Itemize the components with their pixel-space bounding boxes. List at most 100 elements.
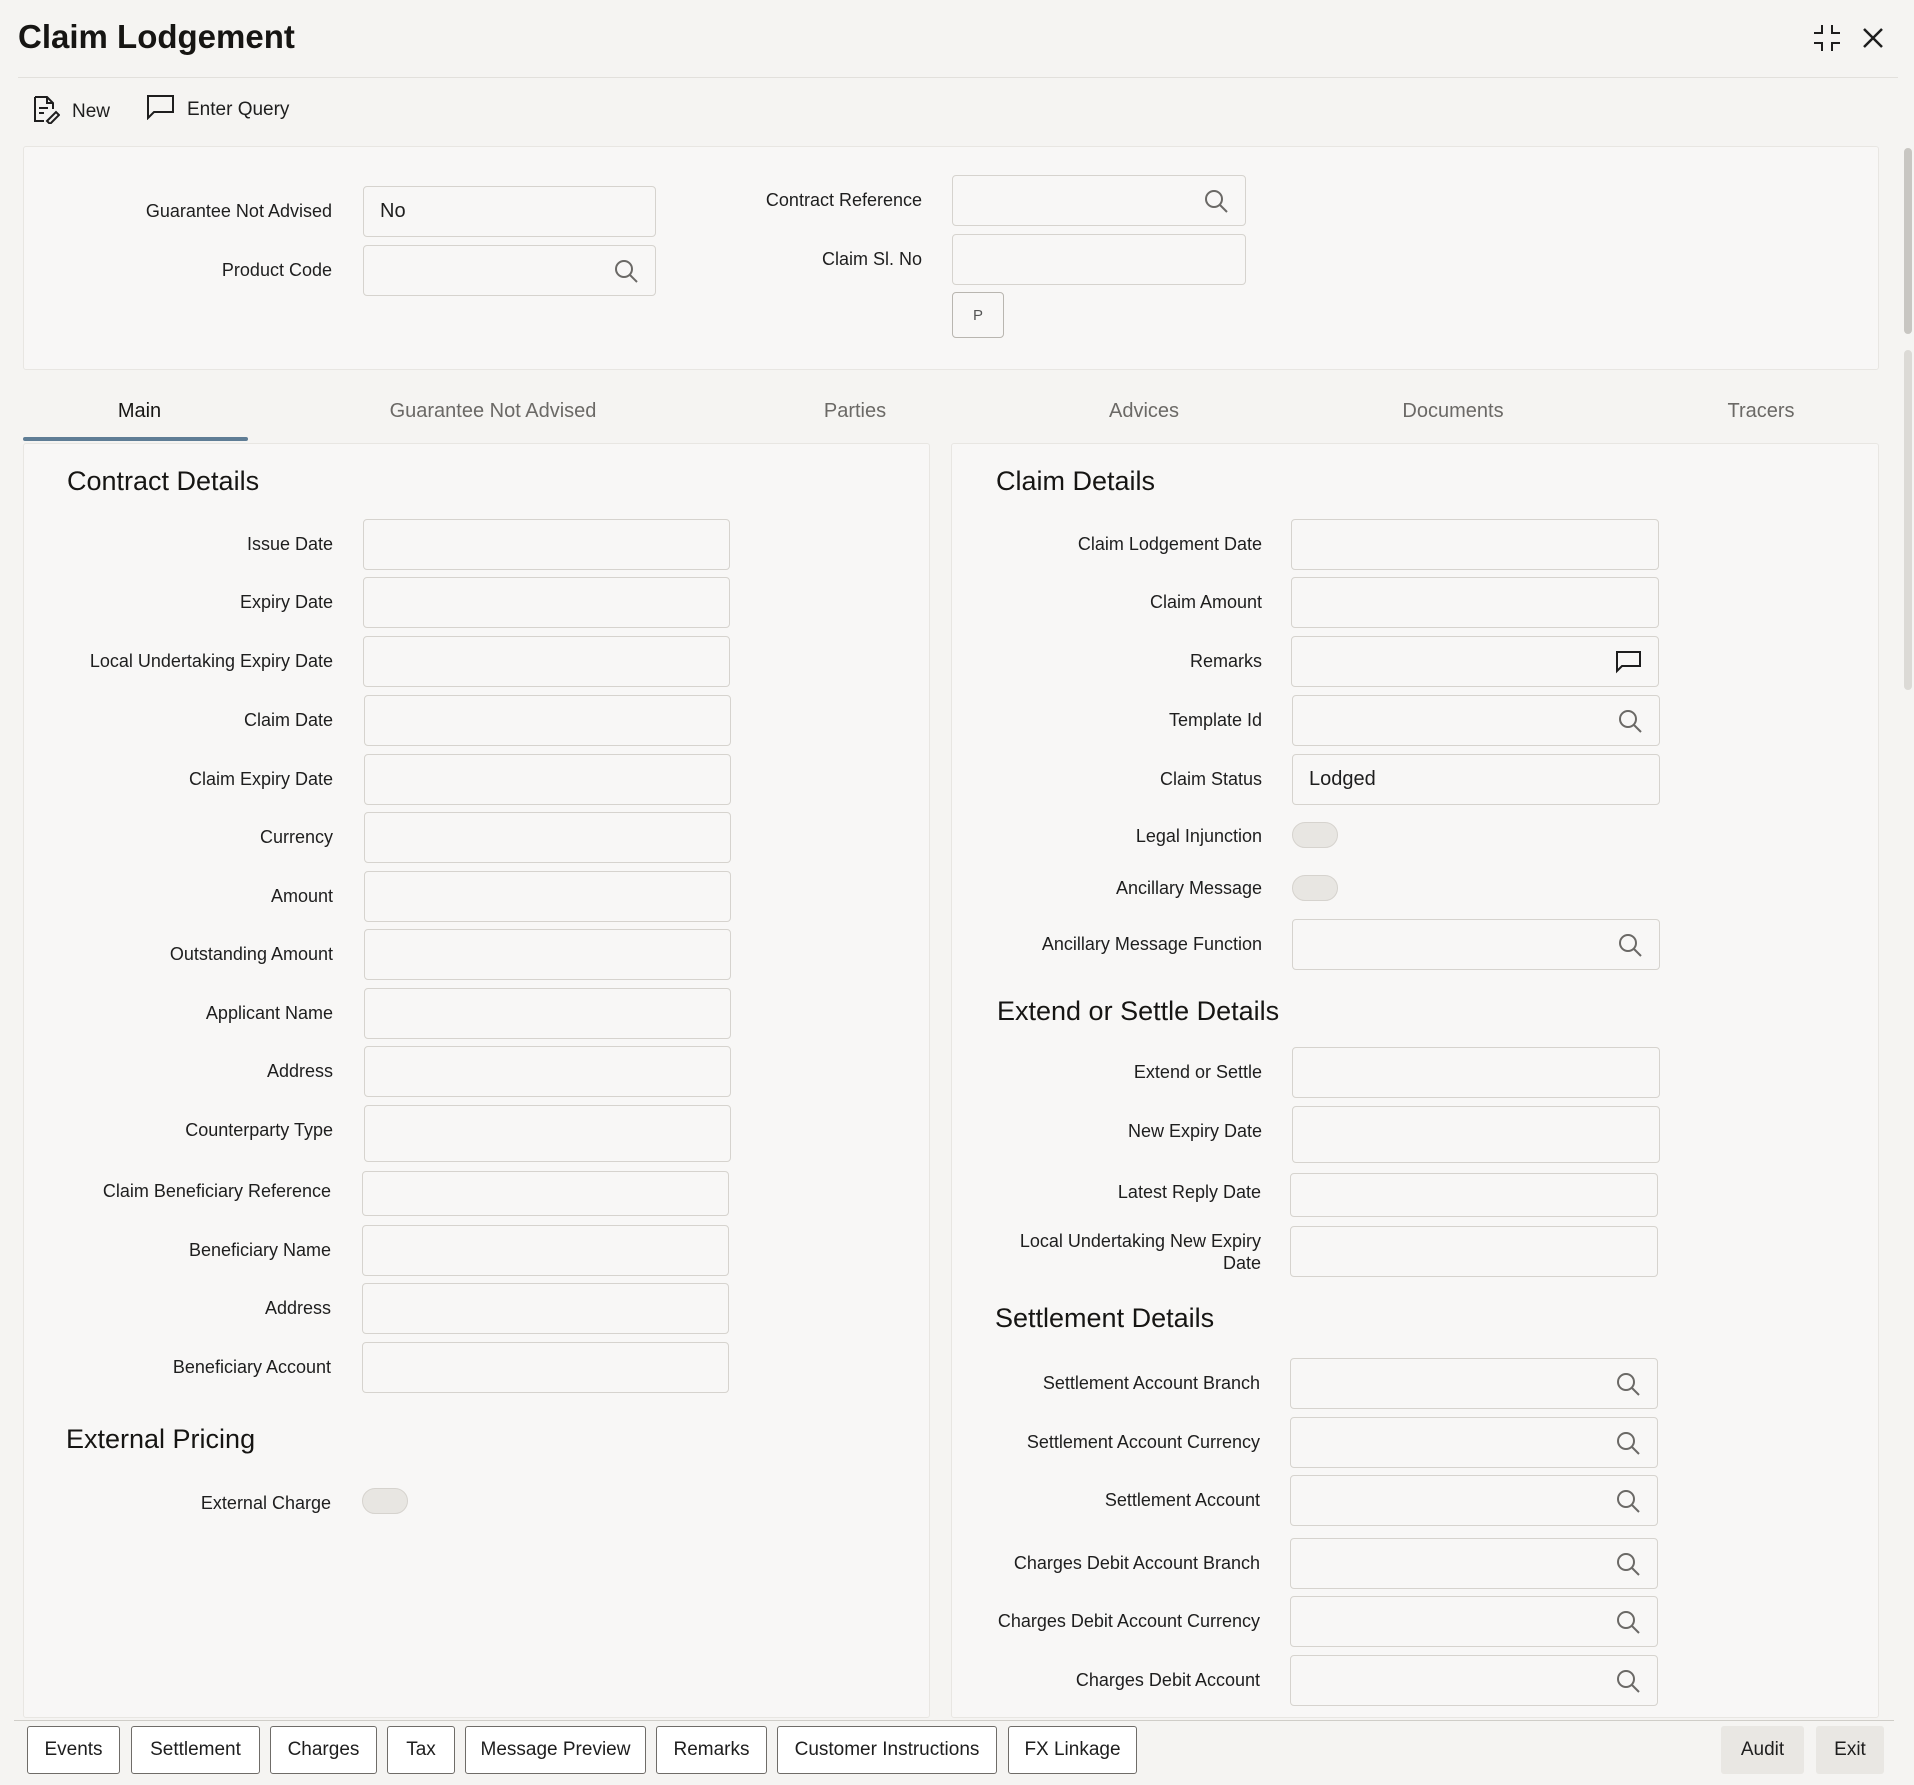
beneficiary-name-label: Beneficiary Name bbox=[188, 1240, 331, 1260]
contract-reference-label: Contract Reference bbox=[765, 190, 922, 210]
settlement-account-currency-label: Settlement Account Currency bbox=[1026, 1432, 1260, 1452]
claim-date-field[interactable] bbox=[364, 695, 731, 746]
local-undertaking-new-expiry-field[interactable] bbox=[1290, 1226, 1658, 1277]
search-icon[interactable] bbox=[1203, 188, 1229, 214]
tab-guarantee-not-advised[interactable]: Guarantee Not Advised bbox=[353, 400, 633, 423]
charges-button[interactable]: Charges bbox=[270, 1726, 377, 1774]
product-code-field[interactable] bbox=[363, 245, 656, 296]
claim-amount-field[interactable] bbox=[1291, 577, 1659, 628]
search-icon[interactable] bbox=[1617, 708, 1643, 734]
remarks-label: Remarks bbox=[1189, 651, 1262, 671]
scrollbar-thumb[interactable] bbox=[1904, 148, 1912, 334]
ancillary-message-toggle[interactable] bbox=[1292, 875, 1338, 901]
settlement-account-field[interactable] bbox=[1290, 1475, 1658, 1526]
amount-field[interactable] bbox=[364, 871, 731, 922]
beneficiary-account-field[interactable] bbox=[362, 1342, 729, 1393]
tab-tracers[interactable]: Tracers bbox=[1681, 400, 1841, 423]
charges-debit-account-branch-field[interactable] bbox=[1290, 1538, 1658, 1589]
search-icon[interactable] bbox=[1615, 1430, 1641, 1456]
new-label: New bbox=[72, 101, 111, 122]
beneficiary-account-label: Beneficiary Account bbox=[172, 1357, 331, 1377]
ancillary-message-function-label: Ancillary Message Function bbox=[1041, 934, 1262, 954]
remarks-button[interactable]: Remarks bbox=[656, 1726, 767, 1774]
counterparty-type-label: Counterparty Type bbox=[185, 1120, 333, 1140]
search-icon[interactable] bbox=[1615, 1609, 1641, 1635]
settlement-account-branch-label: Settlement Account Branch bbox=[1042, 1373, 1260, 1393]
beneficiary-name-field[interactable] bbox=[362, 1225, 729, 1276]
search-icon[interactable] bbox=[1617, 932, 1643, 958]
counterparty-type-field[interactable] bbox=[364, 1105, 731, 1162]
ancillary-message-function-field[interactable] bbox=[1292, 919, 1660, 970]
scrollbar-track[interactable] bbox=[1904, 350, 1912, 690]
claim-lodgement-date-field[interactable] bbox=[1291, 519, 1659, 570]
latest-reply-date-field[interactable] bbox=[1290, 1173, 1658, 1217]
contract-reference-field[interactable] bbox=[952, 175, 1246, 226]
claim-expiry-date-field[interactable] bbox=[364, 754, 731, 805]
search-icon[interactable] bbox=[1615, 1551, 1641, 1577]
settlement-account-branch-field[interactable] bbox=[1290, 1358, 1658, 1409]
enter-query-button[interactable]: Enter Query bbox=[145, 94, 289, 126]
expiry-date-field[interactable] bbox=[363, 577, 730, 628]
claim-details-heading: Claim Details bbox=[996, 466, 1156, 496]
search-icon[interactable] bbox=[613, 258, 639, 284]
applicant-address-label: Address bbox=[266, 1061, 333, 1081]
customer-instructions-button[interactable]: Customer Instructions bbox=[777, 1726, 997, 1774]
header-divider bbox=[18, 77, 1898, 78]
external-pricing-heading: External Pricing bbox=[66, 1424, 256, 1454]
new-document-icon bbox=[30, 94, 61, 130]
audit-button[interactable]: Audit bbox=[1721, 1726, 1804, 1774]
new-button[interactable]: New bbox=[30, 94, 110, 130]
guarantee-not-advised-field[interactable]: No bbox=[363, 186, 656, 237]
claim-status-field[interactable]: Lodged bbox=[1292, 754, 1660, 805]
new-expiry-date-label: New Expiry Date bbox=[1127, 1121, 1262, 1141]
charges-debit-account-currency-field[interactable] bbox=[1290, 1596, 1658, 1647]
applicant-address-field[interactable] bbox=[364, 1046, 731, 1097]
claim-date-label: Claim Date bbox=[243, 710, 333, 730]
p-button[interactable]: P bbox=[952, 292, 1004, 338]
applicant-name-field[interactable] bbox=[364, 988, 731, 1039]
claim-beneficiary-reference-field[interactable] bbox=[362, 1171, 729, 1216]
close-icon[interactable] bbox=[1855, 20, 1891, 56]
issue-date-field[interactable] bbox=[363, 519, 730, 570]
charges-debit-account-field[interactable] bbox=[1290, 1655, 1658, 1706]
currency-field[interactable] bbox=[364, 812, 731, 863]
tab-parties[interactable]: Parties bbox=[775, 400, 935, 423]
legal-injunction-toggle[interactable] bbox=[1292, 822, 1338, 848]
tab-documents[interactable]: Documents bbox=[1363, 400, 1543, 423]
latest-reply-date-label: Latest Reply Date bbox=[1117, 1182, 1261, 1202]
external-charge-toggle[interactable] bbox=[362, 1488, 408, 1514]
page-title: Claim Lodgement bbox=[18, 18, 295, 55]
new-expiry-date-field[interactable] bbox=[1292, 1106, 1660, 1163]
settlement-button[interactable]: Settlement bbox=[131, 1726, 260, 1774]
message-preview-button[interactable]: Message Preview bbox=[465, 1726, 646, 1774]
comment-icon[interactable] bbox=[1614, 650, 1642, 674]
search-icon[interactable] bbox=[1615, 1371, 1641, 1397]
claim-sl-no-field[interactable] bbox=[952, 234, 1246, 285]
legal-injunction-label: Legal Injunction bbox=[1135, 826, 1262, 846]
template-id-label: Template Id bbox=[1168, 710, 1262, 730]
local-undertaking-new-expiry-label: Local Undertaking New Expiry Date bbox=[980, 1230, 1261, 1274]
extend-or-settle-field[interactable] bbox=[1292, 1047, 1660, 1098]
tax-button[interactable]: Tax bbox=[387, 1726, 455, 1774]
local-undertaking-expiry-date-field[interactable] bbox=[363, 636, 730, 687]
beneficiary-address-field[interactable] bbox=[362, 1283, 729, 1334]
template-id-field[interactable] bbox=[1292, 695, 1660, 746]
settlement-account-label: Settlement Account bbox=[1104, 1490, 1260, 1510]
claim-beneficiary-reference-label: Claim Beneficiary Reference bbox=[102, 1181, 331, 1201]
outstanding-amount-field[interactable] bbox=[364, 929, 731, 980]
events-button[interactable]: Events bbox=[27, 1726, 120, 1774]
tab-main[interactable]: Main bbox=[23, 400, 256, 423]
search-icon[interactable] bbox=[1615, 1668, 1641, 1694]
charges-debit-account-branch-label: Charges Debit Account Branch bbox=[1013, 1553, 1260, 1573]
exit-button[interactable]: Exit bbox=[1816, 1726, 1884, 1774]
header-form-panel bbox=[23, 146, 1879, 370]
fx-linkage-button[interactable]: FX Linkage bbox=[1008, 1726, 1137, 1774]
collapse-arrows-icon[interactable] bbox=[1809, 20, 1845, 56]
search-icon[interactable] bbox=[1615, 1488, 1641, 1514]
beneficiary-address-label: Address bbox=[264, 1298, 331, 1318]
settlement-account-currency-field[interactable] bbox=[1290, 1417, 1658, 1468]
remarks-field[interactable] bbox=[1291, 636, 1659, 687]
tab-advices[interactable]: Advices bbox=[1064, 400, 1224, 423]
local-undertaking-new-expiry-label-line2: Date bbox=[1222, 1253, 1261, 1273]
external-charge-label: External Charge bbox=[200, 1493, 331, 1513]
